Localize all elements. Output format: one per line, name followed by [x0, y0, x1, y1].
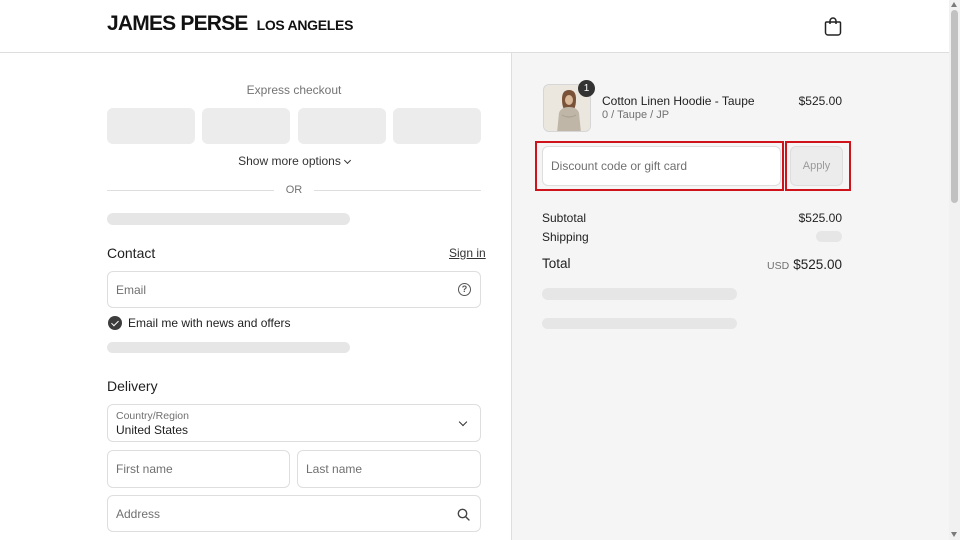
last-name-field[interactable]	[297, 450, 481, 488]
contact-heading: Contact	[107, 245, 156, 261]
first-name-input[interactable]	[116, 451, 257, 487]
express-pay-button[interactable]	[202, 108, 290, 144]
shipping-label: Shipping	[542, 230, 589, 244]
or-divider: OR	[107, 184, 481, 198]
address-field[interactable]	[107, 495, 481, 532]
search-icon	[457, 508, 470, 521]
email-field[interactable]: ?	[107, 271, 481, 308]
brand-name: JAMES PERSE	[107, 12, 248, 35]
total-amount: $525.00	[793, 257, 842, 272]
chevron-down-icon	[458, 417, 468, 427]
loading-placeholder	[542, 288, 737, 300]
show-more-label: Show more options	[238, 154, 341, 168]
newsletter-label: Email me with news and offers	[128, 316, 291, 330]
express-pay-button[interactable]	[393, 108, 481, 144]
email-input[interactable]	[116, 272, 448, 307]
total-currency: USD	[767, 260, 790, 272]
brand-logo[interactable]: JAMES PERSE LOS ANGELES	[107, 12, 353, 36]
address-input[interactable]	[116, 496, 448, 531]
subtotal-label: Subtotal	[542, 211, 587, 225]
shopping-bag-icon[interactable]	[824, 16, 842, 36]
country-label: Country/Region	[116, 410, 189, 422]
shipping-loading-placeholder	[816, 231, 842, 242]
quantity-badge: 1	[578, 80, 595, 97]
page-scrollbar[interactable]	[949, 0, 960, 540]
loading-placeholder	[107, 342, 350, 353]
question-circle-icon[interactable]: ?	[458, 283, 471, 296]
product-name: Cotton Linen Hoodie - Taupe	[602, 94, 755, 108]
country-select[interactable]: Country/Region United States	[107, 404, 481, 442]
scroll-up-arrow-icon[interactable]	[951, 2, 957, 7]
scrollbar-thumb[interactable]	[951, 10, 958, 203]
discount-code-field[interactable]	[542, 146, 781, 186]
loading-placeholder	[107, 213, 350, 225]
last-name-input[interactable]	[306, 451, 448, 487]
product-variant: 0 / Taupe / JP	[602, 109, 670, 121]
subtotal-value: $525.00	[798, 211, 842, 225]
total-value-group: USD $525.00	[740, 256, 842, 274]
brand-location: LOS ANGELES	[256, 17, 354, 33]
country-value: United States	[116, 423, 189, 437]
express-pay-button[interactable]	[107, 108, 195, 144]
scroll-down-arrow-icon[interactable]	[951, 532, 957, 537]
discount-code-input[interactable]	[551, 147, 771, 185]
site-header: JAMES PERSE LOS ANGELES	[0, 0, 949, 53]
apply-discount-button[interactable]: Apply	[790, 146, 843, 186]
product-price: $525.00	[798, 94, 842, 108]
first-name-field[interactable]	[107, 450, 290, 488]
newsletter-checkbox[interactable]	[108, 316, 122, 330]
express-checkout-label: Express checkout	[246, 83, 342, 97]
divider-line	[314, 190, 481, 191]
express-pay-button[interactable]	[298, 108, 386, 144]
sign-in-link[interactable]: Sign in	[449, 246, 486, 260]
chevron-down-icon	[343, 156, 351, 165]
delivery-heading: Delivery	[107, 378, 158, 394]
total-label: Total	[542, 256, 571, 271]
loading-placeholder	[542, 318, 737, 329]
show-more-options-button[interactable]: Show more options	[107, 154, 481, 168]
